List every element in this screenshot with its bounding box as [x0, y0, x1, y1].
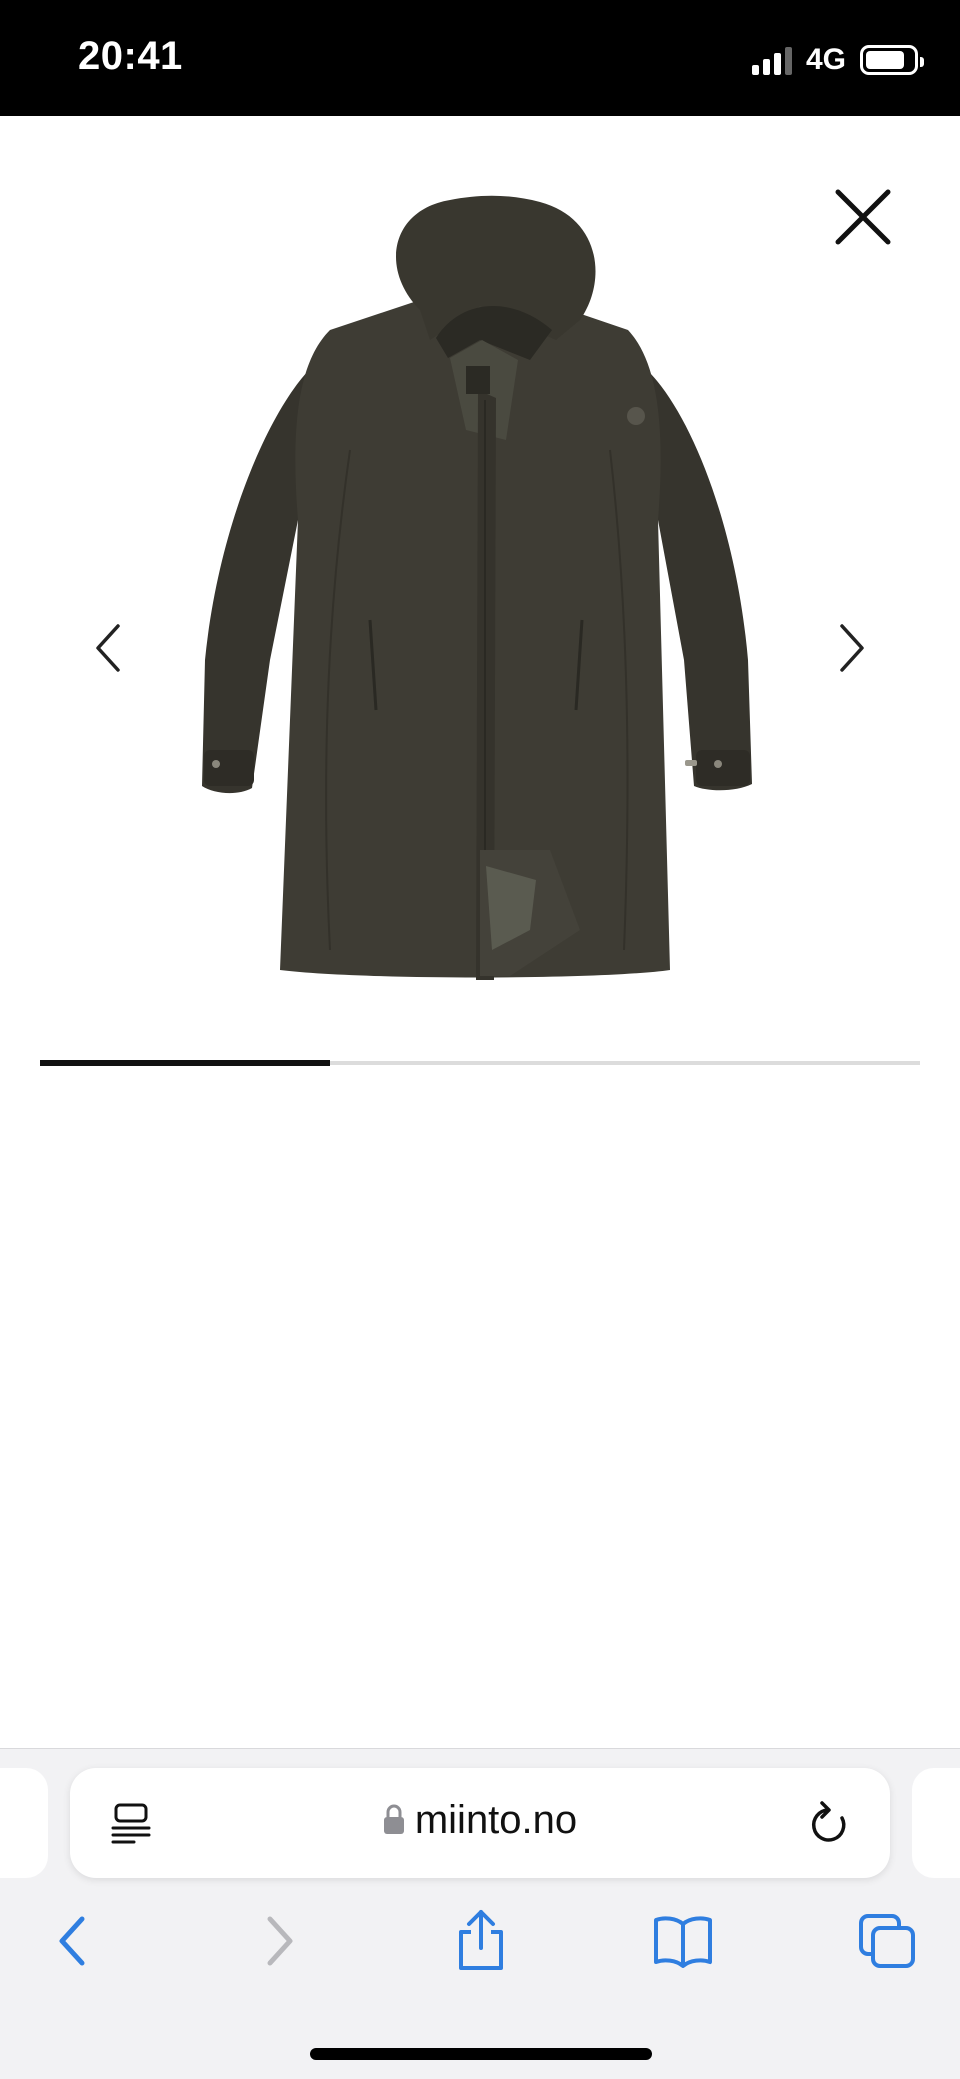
- chevron-left-icon: [96, 624, 120, 672]
- close-button[interactable]: [830, 184, 896, 250]
- previous-image-button[interactable]: [84, 620, 134, 676]
- battery-level: [866, 51, 904, 69]
- network-type: 4G: [805, 43, 846, 76]
- bookmarks-button[interactable]: [648, 1904, 718, 1978]
- image-progress-track: [40, 1060, 920, 1066]
- status-indicators: 4G: [751, 40, 924, 80]
- coat-illustration: [202, 195, 752, 980]
- signal-icon: [751, 45, 792, 75]
- url-display[interactable]: miinto.no: [70, 1798, 890, 1843]
- tabs-button[interactable]: [852, 1904, 922, 1978]
- forward-icon: [267, 1916, 293, 1966]
- lock-icon: [383, 1804, 404, 1834]
- reload-icon[interactable]: [806, 1798, 852, 1848]
- url-text: miinto.no: [414, 1798, 578, 1842]
- share-button[interactable]: [446, 1904, 516, 1978]
- tabs-icon: [859, 1914, 915, 1968]
- next-image-button[interactable]: [826, 620, 876, 676]
- chevron-right-icon: [840, 624, 864, 672]
- home-indicator[interactable]: [310, 2048, 652, 2060]
- previous-tab-preview[interactable]: [0, 1768, 48, 1878]
- share-icon: [459, 1910, 503, 1970]
- forward-button[interactable]: [248, 1904, 312, 1978]
- image-progress-fill: [40, 1060, 331, 1066]
- status-time: 20:41: [78, 34, 183, 78]
- status-bar: 20:41 4G: [0, 0, 960, 116]
- back-button[interactable]: [40, 1904, 104, 1978]
- close-icon: [835, 189, 891, 245]
- next-tab-preview[interactable]: [912, 1768, 960, 1878]
- address-bar[interactable]: miinto.no: [70, 1768, 890, 1878]
- bookmarks-icon: [654, 1916, 712, 1968]
- back-icon: [59, 1916, 85, 1966]
- browser-toolbar: [0, 1904, 960, 1978]
- battery-icon: [860, 45, 924, 75]
- product-image[interactable]: [180, 190, 780, 1000]
